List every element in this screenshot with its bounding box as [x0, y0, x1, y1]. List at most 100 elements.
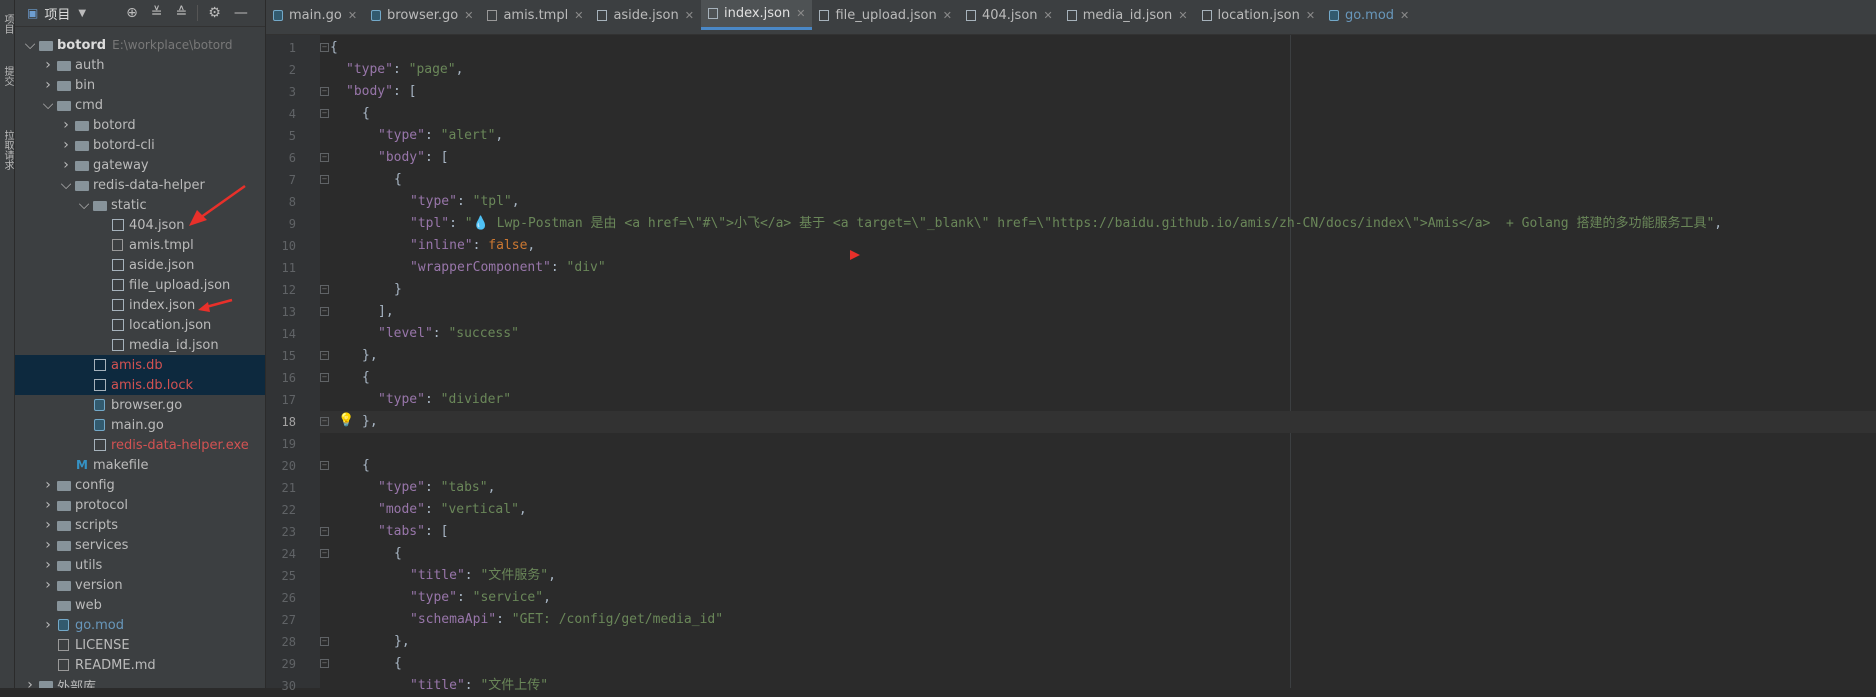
chevron-right-icon[interactable]: › — [59, 117, 73, 133]
tree-item[interactable]: › version — [15, 575, 265, 595]
project-panel-title[interactable]: 项目 — [44, 4, 70, 23]
fold-marker-icon[interactable]: − — [320, 461, 329, 470]
tree-item[interactable]: location.json — [15, 315, 265, 335]
fold-marker-icon[interactable]: − — [320, 417, 329, 426]
code-line[interactable]: { — [320, 543, 402, 565]
tree-item[interactable]: ⌵ botord E:\workplace\botord — [15, 35, 265, 55]
tree-item[interactable]: media_id.json — [15, 335, 265, 355]
code-line[interactable]: } — [320, 279, 402, 301]
code-line[interactable]: "schemaApi": "GET: /config/get/media_id" — [320, 609, 723, 631]
chevron-right-icon[interactable]: › — [41, 537, 55, 553]
tree-item[interactable]: LICENSE — [15, 635, 265, 655]
chevron-right-icon[interactable]: › — [41, 577, 55, 593]
hide-panel-icon[interactable]: — — [234, 5, 248, 21]
fold-marker-icon[interactable]: − — [320, 527, 329, 536]
fold-marker-icon[interactable]: − — [320, 43, 329, 52]
tree-item[interactable]: › auth — [15, 55, 265, 75]
close-icon[interactable]: ✕ — [464, 9, 473, 22]
editor-tab[interactable]: browser.go ✕ — [364, 0, 480, 30]
tree-item[interactable]: Mmakefile — [15, 455, 265, 475]
editor-tab[interactable]: go.mod ✕ — [1322, 0, 1416, 30]
chevron-right-icon[interactable]: › — [41, 57, 55, 73]
code-line[interactable]: "title": "文件上传" — [320, 675, 548, 697]
close-icon[interactable]: ✕ — [1400, 9, 1409, 22]
editor-tab[interactable]: index.json ✕ — [700, 0, 813, 30]
tree-item[interactable]: browser.go — [15, 395, 265, 415]
close-icon[interactable]: ✕ — [1044, 9, 1053, 22]
tree-item[interactable]: › gateway — [15, 155, 265, 175]
editor-tab[interactable]: file_upload.json ✕ — [812, 0, 959, 30]
fold-marker-icon[interactable]: − — [320, 637, 329, 646]
code-line[interactable]: { — [320, 169, 402, 191]
chevron-right-icon[interactable]: › — [59, 137, 73, 153]
tree-item[interactable]: › botord-cli — [15, 135, 265, 155]
code-line[interactable]: "tabs": [ — [320, 521, 448, 543]
locate-file-icon[interactable]: ⊕ — [126, 5, 138, 21]
chevron-right-icon[interactable]: › — [41, 557, 55, 573]
chevron-down-icon[interactable]: ⌵ — [23, 37, 37, 53]
code-line[interactable]: "title": "文件服务", — [320, 565, 556, 587]
code-line[interactable]: "type": "page", — [320, 59, 463, 81]
intention-bulb-icon[interactable]: 💡 — [338, 413, 354, 428]
code-line[interactable]: "type": "divider" — [320, 389, 511, 411]
fold-marker-icon[interactable]: − — [320, 307, 329, 316]
code-line[interactable]: "inline": false, — [320, 235, 535, 257]
chevron-right-icon[interactable]: › — [41, 497, 55, 513]
code-line[interactable]: }, — [320, 411, 1876, 433]
tool-window-project[interactable]: 项目 — [0, 14, 14, 34]
editor-tab[interactable]: location.json ✕ — [1195, 0, 1323, 30]
close-icon[interactable]: ✕ — [574, 9, 583, 22]
tree-item[interactable]: › botord — [15, 115, 265, 135]
tree-item[interactable]: amis.tmpl — [15, 235, 265, 255]
tree-item[interactable]: file_upload.json — [15, 275, 265, 295]
tree-item[interactable]: › config — [15, 475, 265, 495]
code-line[interactable]: "body": [ — [320, 81, 416, 103]
chevron-down-icon[interactable]: ⌵ — [59, 177, 73, 193]
fold-marker-icon[interactable]: − — [320, 87, 329, 96]
fold-marker-icon[interactable]: − — [320, 549, 329, 558]
code-line[interactable]: "type": "service", — [320, 587, 551, 609]
tree-item[interactable]: › scripts — [15, 515, 265, 535]
tree-item[interactable]: amis.db.lock — [15, 375, 265, 395]
tree-item[interactable]: README.md — [15, 655, 265, 675]
fold-marker-icon[interactable]: − — [320, 351, 329, 360]
tree-item[interactable]: redis-data-helper.exe — [15, 435, 265, 455]
close-icon[interactable]: ✕ — [685, 9, 694, 22]
tree-item[interactable]: › protocol — [15, 495, 265, 515]
code-line[interactable]: "mode": "vertical", — [320, 499, 527, 521]
code-line[interactable]: "tpl": "💧 Lwp-Postman 是由 <a href=\"#\">小… — [320, 213, 1722, 235]
code-line[interactable]: }, — [320, 631, 410, 653]
fold-marker-icon[interactable]: − — [320, 109, 329, 118]
fold-marker-icon[interactable]: − — [320, 153, 329, 162]
chevron-down-icon[interactable]: ⌵ — [77, 197, 91, 213]
code-line[interactable]: ], — [320, 301, 394, 323]
fold-marker-icon[interactable]: − — [320, 373, 329, 382]
tree-item[interactable]: › services — [15, 535, 265, 555]
code-line[interactable]: "level": "success" — [320, 323, 519, 345]
close-icon[interactable]: ✕ — [348, 9, 357, 22]
code-line[interactable]: { — [320, 653, 402, 675]
chevron-right-icon[interactable]: › — [23, 677, 37, 688]
chevron-down-icon[interactable]: ⌵ — [41, 97, 55, 113]
tree-item[interactable]: › 外部库 — [15, 675, 265, 688]
close-icon[interactable]: ✕ — [796, 7, 805, 20]
close-icon[interactable]: ✕ — [1178, 9, 1187, 22]
code-line[interactable]: "body": [ — [320, 147, 448, 169]
close-icon[interactable]: ✕ — [943, 9, 952, 22]
fold-marker-icon[interactable]: − — [320, 285, 329, 294]
tree-item[interactable]: aside.json — [15, 255, 265, 275]
tree-item[interactable]: › utils — [15, 555, 265, 575]
code-line[interactable]: "type": "tabs", — [320, 477, 495, 499]
fold-marker-icon[interactable]: − — [320, 175, 329, 184]
editor-tab[interactable]: 404.json ✕ — [959, 0, 1060, 30]
editor-tab[interactable]: main.go ✕ — [266, 0, 364, 30]
chevron-right-icon[interactable]: › — [41, 477, 55, 493]
tree-item[interactable]: web — [15, 595, 265, 615]
tree-item[interactable]: amis.db — [15, 355, 265, 375]
tool-window-pull-requests[interactable]: 拉取请求 — [0, 130, 14, 170]
tree-item[interactable]: main.go — [15, 415, 265, 435]
tree-item[interactable]: › go.mod — [15, 615, 265, 635]
editor-tab[interactable]: media_id.json ✕ — [1060, 0, 1195, 30]
chevron-down-icon[interactable]: ▼ — [78, 8, 86, 19]
code-editor[interactable]: {"type": "page", "body": [{"type": "alert… — [320, 35, 1876, 693]
